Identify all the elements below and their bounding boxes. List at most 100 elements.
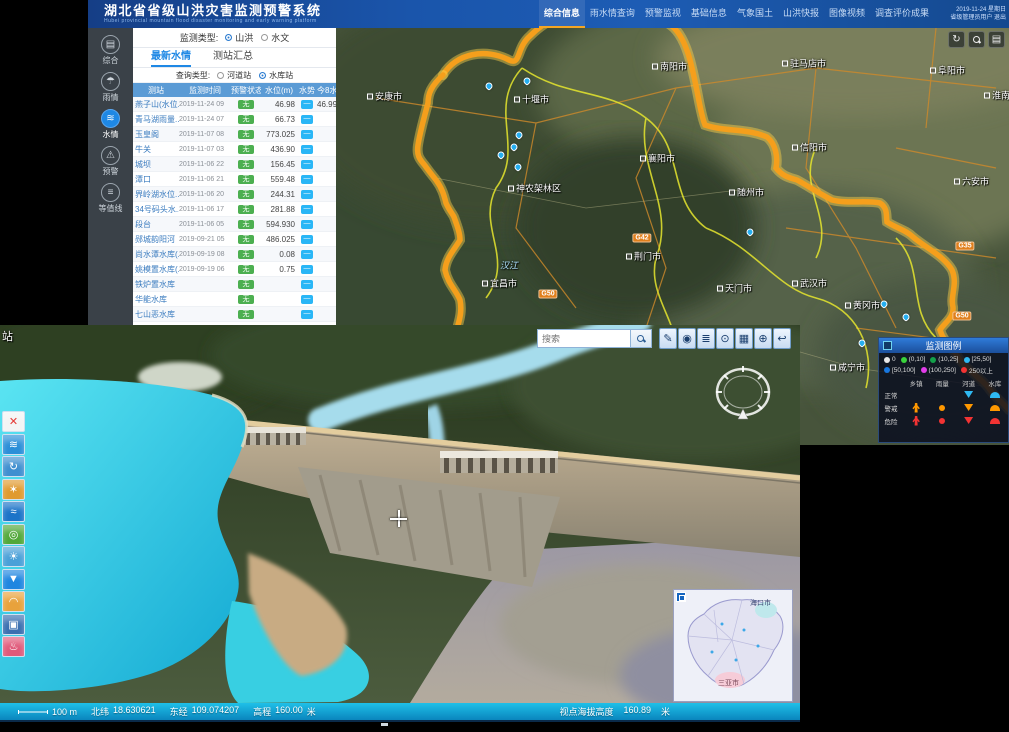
status-badge: 无 <box>238 100 254 109</box>
analysis-tool[interactable]: ◎ <box>2 524 25 545</box>
search-icon <box>637 335 645 343</box>
observe-time: 2019-11-06 20 <box>179 191 231 198</box>
draw-chart-button[interactable]: ✎ <box>659 328 677 349</box>
half-icon <box>990 405 1000 411</box>
nav-item[interactable]: 图像视频 <box>824 0 870 28</box>
nav-item[interactable]: 综合信息 <box>539 0 585 28</box>
华能水库[interactable]: 华能水库 无 — <box>133 292 336 307</box>
dot-icon <box>939 405 945 411</box>
radio-option[interactable]: 水文 <box>261 31 289 44</box>
map-search-button[interactable] <box>968 31 985 48</box>
station-name: 青马湖雨量.. <box>133 114 179 125</box>
status-badge: 无 <box>238 205 254 214</box>
sidebar-tab[interactable]: 最新水情 <box>151 48 191 67</box>
34号码头水..[interactable]: 34号码头水.. 2019-11-06 17 无 281.88 — <box>133 202 336 217</box>
frame-tool[interactable]: ▣ <box>2 614 25 635</box>
close-button[interactable]: ✕ <box>2 411 25 432</box>
city-label: 汉江 <box>500 259 518 272</box>
郧城韵阳河[interactable]: 郧城韵阳河 2019-09-21 05 无 486.025 — <box>133 232 336 247</box>
image-button[interactable]: ▦ <box>735 328 753 349</box>
camera-button[interactable]: ◉ <box>678 328 696 349</box>
flood-tool[interactable]: ▼ <box>2 569 25 590</box>
water-level: 773.025 <box>261 130 297 139</box>
compass-control[interactable] <box>711 361 775 425</box>
place-icon <box>984 92 990 98</box>
viewer-bottom-strip <box>0 720 800 722</box>
legend-scale-item: (100,250] <box>921 365 956 375</box>
city-label: 宜昌市 <box>482 277 517 290</box>
typhoon-tool[interactable]: ✶ <box>2 479 25 500</box>
rail-item-rain[interactable]: ☂ 雨情 <box>88 72 133 109</box>
user-logout-text[interactable]: 省级管理员用户 退出 <box>940 14 1006 22</box>
search-input[interactable] <box>537 329 630 348</box>
rail-item-overview[interactable]: ▤ 综合 <box>88 35 133 72</box>
trend-badge: — <box>301 220 313 229</box>
wave-tool[interactable]: ≈ <box>2 501 25 522</box>
terrain-tool[interactable]: ◠ <box>2 591 25 612</box>
splash-tool[interactable]: ☀ <box>2 546 25 567</box>
observe-time: 2019-11-06 22 <box>179 161 231 168</box>
empty-cell <box>912 391 920 399</box>
玉皇阁[interactable]: 玉皇阁 2019-11-07 08 无 773.025 — <box>133 127 336 142</box>
place-icon <box>954 178 960 184</box>
界岭湖水位..[interactable]: 界岭湖水位.. 2019-11-06 20 无 244.31 — <box>133 187 336 202</box>
person-icon <box>912 403 920 413</box>
eye-button[interactable]: ⊙ <box>716 328 734 349</box>
globe-button[interactable]: ⊕ <box>754 328 772 349</box>
铁炉置水库[interactable]: 铁炉置水库 无 — <box>133 277 336 292</box>
scale-dot-icon <box>964 357 970 363</box>
nav-item[interactable]: 山洪快报 <box>778 0 824 28</box>
trend-badge: — <box>301 295 313 304</box>
place-icon <box>830 364 836 370</box>
alt-value: 160.00 <box>275 705 303 718</box>
list-button[interactable]: ≣ <box>697 328 715 349</box>
nav-item[interactable]: 预警监视 <box>640 0 686 28</box>
段台[interactable]: 段台 2019-11-06 05 无 594.930 — <box>133 217 336 232</box>
marker-tool[interactable]: ♨ <box>2 636 25 657</box>
place-icon <box>652 63 658 69</box>
城坝[interactable]: 城坝 2019-11-06 22 无 156.45 — <box>133 157 336 172</box>
潭口[interactable]: 潭口 2019-11-06 21 无 559.48 — <box>133 172 336 187</box>
station-name: 牛关 <box>133 144 179 155</box>
water-level: 46.98 <box>261 100 297 109</box>
overview-map[interactable]: 海口市 三亚市 <box>673 589 793 702</box>
search-button[interactable] <box>630 329 652 348</box>
rail-item-warning[interactable]: ⚠ 预警 <box>88 146 133 183</box>
radio-option[interactable]: 山洪 <box>225 31 253 44</box>
nav-item[interactable]: 雨水情查询 <box>585 0 640 28</box>
water-level: 594.930 <box>261 220 297 229</box>
legend-grid-row: 正常 <box>879 388 1008 401</box>
姚模置水库(..[interactable]: 姚模置水库(.. 2019-09-19 06 无 0.75 — <box>133 262 336 277</box>
city-label: 阜阳市 <box>930 64 965 77</box>
date-text: 2019-11-24 星期日 <box>940 6 1006 14</box>
water-level: 281.88 <box>261 205 297 214</box>
nav-item[interactable]: 基础信息 <box>686 0 732 28</box>
city-label: 十堰市 <box>514 93 549 106</box>
water-level: 486.025 <box>261 235 297 244</box>
map-refresh-button[interactable]: ↻ <box>948 31 965 48</box>
map-layers-button[interactable]: ▤ <box>988 31 1005 48</box>
city-label: 天门市 <box>717 282 752 295</box>
rail-item-isoline[interactable]: ≡ 等值线 <box>88 183 133 220</box>
today-level: 46.99 <box>317 100 336 109</box>
orbit-tool[interactable]: ↻ <box>2 456 25 477</box>
radio-option[interactable]: 河道站 <box>217 70 251 81</box>
station-name: 华能水库 <box>133 294 179 305</box>
rain-layer-tool[interactable]: ≋ <box>2 434 25 455</box>
青马湖雨量..[interactable]: 青马湖雨量.. 2019-11-24 07 无 66.73 — <box>133 112 336 127</box>
column-header: 预警状态 <box>231 85 261 96</box>
rail-item-water[interactable]: ≋ 水情 <box>88 109 133 146</box>
lat-label: 北纬 <box>91 705 109 718</box>
water-level: 244.31 <box>261 190 297 199</box>
燕子山(水位..[interactable]: 燕子山(水位.. 2019-11-24 09 无 46.98 — 46.99 <box>133 97 336 112</box>
尚水潭水库(..[interactable]: 尚水潭水库(.. 2019-09-19 08 无 0.08 — <box>133 247 336 262</box>
sidebar-tab[interactable]: 测站汇总 <box>213 48 253 67</box>
trend-badge: — <box>301 130 313 139</box>
radio-option[interactable]: 水库站 <box>259 70 293 81</box>
七山恶水库[interactable]: 七山恶水库 无 — <box>133 307 336 322</box>
nav-item[interactable]: 气象国土 <box>732 0 778 28</box>
undo-button[interactable]: ↩ <box>773 328 791 349</box>
牛关[interactable]: 牛关 2019-11-07 03 无 436.90 — <box>133 142 336 157</box>
nav-item[interactable]: 调查评价成果 <box>870 0 934 28</box>
city-label: 黄冈市 <box>845 299 880 312</box>
